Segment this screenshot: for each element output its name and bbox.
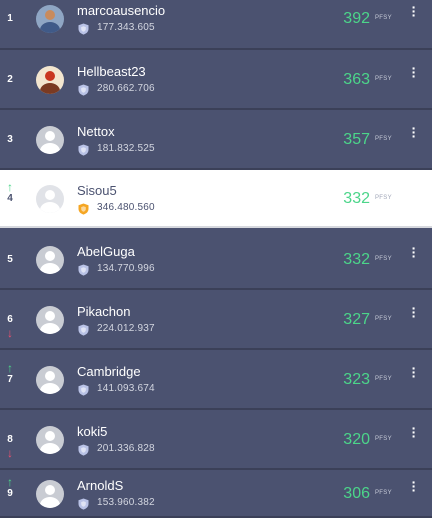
- rank-number: 6: [7, 314, 13, 325]
- leaderboard-row[interactable]: ↑ 7 Cambridge 141.093.674 323 PFSY · · ·: [0, 350, 432, 410]
- rank-number: 7: [7, 374, 13, 385]
- player-points: 134.770.996: [97, 263, 155, 274]
- more-vertical-icon[interactable]: · · ·: [410, 241, 418, 263]
- avatar[interactable]: [36, 480, 64, 508]
- avatar[interactable]: [36, 66, 64, 94]
- more-vertical-icon[interactable]: · · ·: [410, 361, 418, 383]
- avatar[interactable]: [36, 126, 64, 154]
- shield-icon: [78, 323, 89, 336]
- player-points: 153.960.382: [97, 497, 155, 508]
- more-vertical-icon[interactable]: · · ·: [410, 421, 418, 443]
- player-name[interactable]: Pikachon: [77, 304, 130, 319]
- player-name[interactable]: Cambridge: [77, 364, 141, 379]
- score-unit: PFSY: [375, 316, 392, 322]
- more-vertical-icon[interactable]: · · ·: [410, 180, 418, 202]
- avatar[interactable]: [36, 246, 64, 274]
- player-name[interactable]: Sisou5: [77, 183, 117, 198]
- shield-icon: [78, 143, 89, 156]
- score-value: 327: [343, 311, 370, 328]
- shield-icon: [78, 263, 89, 276]
- rank-number: 9: [7, 488, 13, 499]
- avatar[interactable]: [36, 426, 64, 454]
- more-vertical-icon[interactable]: · · ·: [410, 121, 418, 143]
- more-vertical-icon[interactable]: · · ·: [410, 61, 418, 83]
- score-unit: PFSY: [375, 256, 392, 262]
- arrow-up-icon: ↑: [7, 180, 13, 194]
- score-unit: PFSY: [375, 195, 392, 201]
- arrow-up-icon: ↑: [7, 361, 13, 375]
- shield-icon: [78, 22, 89, 35]
- leaderboard-row[interactable]: 8 ↓ koki5 201.336.828 320 PFSY · · ·: [0, 410, 432, 470]
- player-points: 177.343.605: [97, 22, 155, 33]
- score-value: 392: [343, 10, 370, 27]
- score-value: 357: [343, 131, 370, 148]
- shield-icon: [78, 202, 89, 215]
- rank-number: 3: [7, 134, 13, 145]
- leaderboard-row[interactable]: 2 Hellbeast23 280.662.706 363 PFSY · · ·: [0, 50, 432, 110]
- rank-number: 8: [7, 434, 13, 445]
- avatar[interactable]: [36, 366, 64, 394]
- more-vertical-icon[interactable]: · · ·: [410, 0, 418, 22]
- leaderboard-row[interactable]: ↑ 4 Sisou5 346.480.560 332 PFSY · · ·: [0, 170, 432, 228]
- score-unit: PFSY: [375, 136, 392, 142]
- score-unit: PFSY: [375, 76, 392, 82]
- score-value: 332: [343, 251, 370, 268]
- player-name[interactable]: Nettox: [77, 124, 115, 139]
- shield-icon: [78, 497, 89, 510]
- score-value: 320: [343, 431, 370, 448]
- score-value: 306: [343, 485, 370, 502]
- score-value: 363: [343, 71, 370, 88]
- player-name[interactable]: Hellbeast23: [77, 64, 146, 79]
- score-value: 323: [343, 371, 370, 388]
- shield-icon: [78, 83, 89, 96]
- more-vertical-icon[interactable]: · · ·: [410, 475, 418, 497]
- player-points: 224.012.937: [97, 323, 155, 334]
- player-points: 141.093.674: [97, 383, 155, 394]
- score-value: 332: [343, 190, 370, 207]
- score-unit: PFSY: [375, 490, 392, 496]
- player-points: 280.662.706: [97, 83, 155, 94]
- score-unit: PFSY: [375, 436, 392, 442]
- rank-number: 5: [7, 254, 13, 265]
- player-name[interactable]: AbelGuga: [77, 244, 135, 259]
- leaderboard-row[interactable]: 1 marcoausencio 177.343.605 392 PFSY · · ·: [0, 0, 432, 50]
- avatar[interactable]: [36, 185, 64, 213]
- score-unit: PFSY: [375, 376, 392, 382]
- arrow-down-icon: ↓: [7, 446, 13, 460]
- avatar[interactable]: [36, 5, 64, 33]
- leaderboard-row[interactable]: 5 AbelGuga 134.770.996 332 PFSY · · ·: [0, 230, 432, 290]
- leaderboard-row[interactable]: 6 ↓ Pikachon 224.012.937 327 PFSY · · ·: [0, 290, 432, 350]
- player-points: 346.480.560: [97, 202, 155, 213]
- rank-number: 2: [7, 74, 13, 85]
- leaderboard-row[interactable]: 3 Nettox 181.832.525 357 PFSY · · ·: [0, 110, 432, 170]
- shield-icon: [78, 383, 89, 396]
- rank-number: 1: [7, 13, 13, 24]
- player-points: 201.336.828: [97, 443, 155, 454]
- score-unit: PFSY: [375, 15, 392, 21]
- arrow-down-icon: ↓: [7, 326, 13, 340]
- arrow-up-icon: ↑: [7, 475, 13, 489]
- leaderboard-row[interactable]: ↑ 9 ArnoldS 153.960.382 306 PFSY · · ·: [0, 470, 432, 518]
- avatar[interactable]: [36, 306, 64, 334]
- leaderboard-list: 1 marcoausencio 177.343.605 392 PFSY · · · 2 Hell…: [0, 0, 432, 518]
- player-name[interactable]: koki5: [77, 424, 107, 439]
- rank-number: 4: [7, 193, 13, 204]
- player-points: 181.832.525: [97, 143, 155, 154]
- shield-icon: [78, 443, 89, 456]
- player-name[interactable]: ArnoldS: [77, 478, 123, 493]
- more-vertical-icon[interactable]: · · ·: [410, 301, 418, 323]
- player-name[interactable]: marcoausencio: [77, 3, 165, 18]
